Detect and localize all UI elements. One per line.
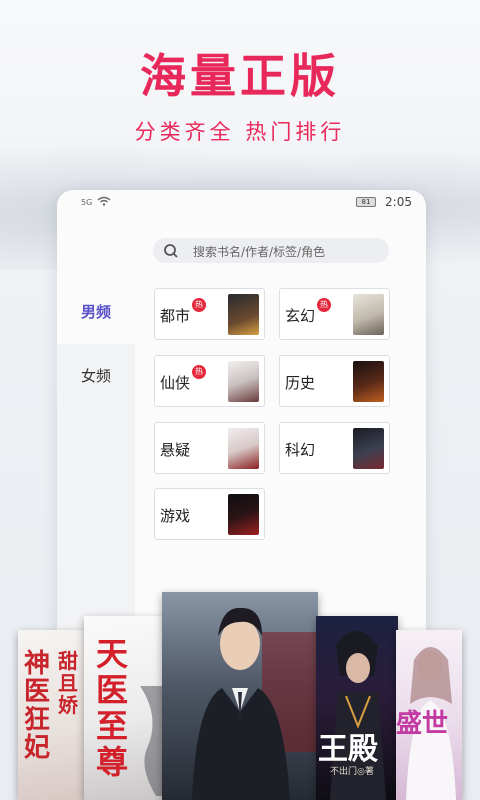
hot-badge: 热 (317, 298, 331, 312)
category-label: 科幻 (285, 441, 316, 459)
status-bar: 5G 81 2:05 (57, 190, 426, 214)
hot-badge: 热 (192, 298, 206, 312)
category-label: 历史 (285, 374, 316, 392)
wifi-icon (97, 196, 111, 206)
status-time: 2:05 (385, 195, 412, 209)
search-icon (164, 244, 178, 258)
category-label: 玄幻 (285, 307, 316, 325)
man-in-suit-illustration (192, 607, 318, 800)
signal-indicator: 5G (81, 198, 93, 207)
hot-badge: 热 (192, 365, 206, 379)
category-xuanyi[interactable]: 悬疑 (154, 422, 265, 474)
book-cover[interactable]: 王殿 不出门◎著 (316, 616, 398, 800)
book-cover-thumbnail (353, 294, 384, 335)
category-label: 都市 (160, 307, 191, 325)
book-cover[interactable] (162, 592, 318, 800)
book-title: 神医狂妃 (24, 649, 51, 763)
figure-illustration (140, 686, 164, 796)
book-cover[interactable]: 天医至尊 (84, 616, 166, 800)
category-kehuan[interactable]: 科幻 (279, 422, 390, 474)
category-xianxia[interactable]: 仙侠 热 (154, 355, 265, 407)
book-title: 王殿 (318, 732, 378, 767)
book-cover[interactable]: 盛世 (396, 630, 462, 800)
search-input[interactable]: 搜索书名/作者/标签/角色 (153, 238, 389, 263)
battery-icon: 81 (356, 197, 376, 207)
category-label: 游戏 (160, 507, 191, 525)
book-cover[interactable]: 神医狂妃 甜且娇 (18, 630, 90, 800)
book-title: 盛世 (396, 709, 449, 739)
book-title: 天医至尊 (96, 635, 129, 781)
category-youxi[interactable]: 游戏 (154, 488, 265, 540)
sidebar-item-female[interactable]: 女频 (57, 344, 135, 408)
category-dushi[interactable]: 都市 热 (154, 288, 265, 340)
promo-headline: 海量正版 (140, 49, 340, 103)
category-label: 悬疑 (160, 441, 191, 459)
book-cover-thumbnail (353, 361, 384, 402)
promo-subline: 分类齐全 热门排行 (134, 120, 346, 144)
sidebar-item-male[interactable]: 男频 (57, 280, 135, 344)
category-label: 仙侠 (160, 374, 191, 392)
category-xuanhuan[interactable]: 玄幻 热 (279, 288, 390, 340)
book-author: 不出门◎著 (330, 767, 374, 777)
book-cover-thumbnail (228, 428, 259, 469)
book-cover-thumbnail (228, 361, 259, 402)
book-cover-thumbnail (228, 294, 259, 335)
book-cover-thumbnail (228, 494, 259, 535)
search-placeholder: 搜索书名/作者/标签/角色 (193, 245, 326, 259)
book-cover-thumbnail (353, 428, 384, 469)
book-subtitle: 甜且娇 (58, 649, 78, 717)
category-lishi[interactable]: 历史 (279, 355, 390, 407)
featured-books: 神医狂妃 甜且娇 天医至尊 王殿 不出门◎著 盛世 (0, 590, 480, 800)
